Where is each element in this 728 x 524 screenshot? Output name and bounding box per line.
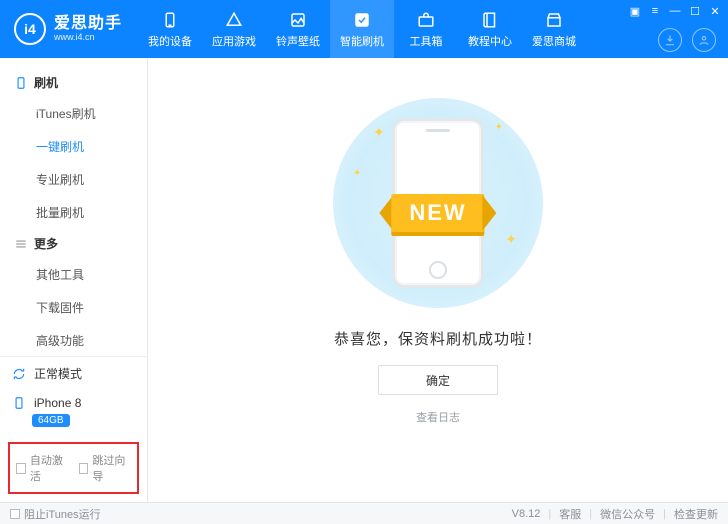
sidebar-item-download-firmware[interactable]: 下载固件 [0,291,147,324]
check-update-link[interactable]: 检查更新 [674,506,718,522]
download-button[interactable] [658,28,682,52]
brand-site: www.i4.cn [54,33,122,43]
checkbox-icon [16,463,26,474]
checkbox-label: 自动激活 [30,452,69,484]
nav-flash[interactable]: 智能刷机 [330,0,394,58]
refresh-icon [12,367,26,381]
sidebar-group-flash: 刷机 [0,68,147,97]
wallpaper-icon [287,9,309,31]
support-link[interactable]: 客服 [559,506,581,522]
storage-badge: 64GB [32,414,70,427]
new-ribbon: NEW [379,194,496,232]
sparkle-icon: ✦ [495,122,503,133]
view-log-link[interactable]: 查看日志 [416,409,460,425]
version-label: V8.12 [512,508,541,520]
status-bar: 阻止iTunes运行 V8.12 | 客服 | 微信公众号 | 检查更新 [0,502,728,524]
sidebar-group-more: 更多 [0,229,147,258]
sidebar-group-label: 更多 [34,235,58,252]
sparkle-icon: ✦ [353,168,361,179]
sidebar-group-label: 刷机 [34,74,58,91]
nav-label: 爱思商城 [532,33,576,49]
sidebar-item-advanced[interactable]: 高级功能 [0,324,147,356]
auto-activate-checkbox[interactable]: 自动激活 [16,452,69,484]
sidebar-item-pro-flash[interactable]: 专业刷机 [0,163,147,196]
device-info[interactable]: iPhone 8 64GB [0,390,147,438]
nav-toolbox[interactable]: 工具箱 [394,0,458,58]
checkbox-icon [10,509,20,519]
nav-tutorials[interactable]: 教程中心 [458,0,522,58]
nav-label: 工具箱 [410,33,443,49]
store-icon [543,9,565,31]
window-controls: ▣ ≡ — ☐ ✕ [628,4,722,18]
sparkle-icon: ✦ [373,124,385,141]
sparkle-icon: ✦ [505,231,517,248]
sidebar-item-itunes-flash[interactable]: iTunes刷机 [0,97,147,130]
shirt-icon[interactable]: ▣ [628,4,642,18]
top-nav: 我的设备 应用游戏 铃声壁纸 智能刷机 工具箱 教程中心 爱思商城 [138,0,586,58]
brand-name: 爱思助手 [54,15,122,33]
device-icon [159,9,181,31]
success-message: 恭喜您，保资料刷机成功啦！ [334,328,542,349]
nav-store[interactable]: 爱思商城 [522,0,586,58]
confirm-button[interactable]: 确定 [378,365,498,395]
minimize-icon[interactable]: — [668,4,682,18]
block-itunes-checkbox[interactable]: 阻止iTunes运行 [10,506,101,522]
wechat-link[interactable]: 微信公众号 [600,506,655,522]
user-button[interactable] [692,28,716,52]
nav-label: 铃声壁纸 [276,33,320,49]
book-icon [479,9,501,31]
maximize-icon[interactable]: ☐ [688,4,702,18]
nav-apps[interactable]: 应用游戏 [202,0,266,58]
device-small-icon [12,396,26,410]
nav-label: 智能刷机 [340,33,384,49]
apps-icon [223,9,245,31]
sidebar-item-batch-flash[interactable]: 批量刷机 [0,196,147,229]
nav-ringtones[interactable]: 铃声壁纸 [266,0,330,58]
flash-icon [351,9,373,31]
logo-icon: i4 [14,13,46,45]
highlight-box: 自动激活 跳过向导 [8,442,139,494]
nav-label: 我的设备 [148,33,192,49]
nav-my-device[interactable]: 我的设备 [138,0,202,58]
sidebar: 刷机 iTunes刷机 一键刷机 专业刷机 批量刷机 更多 其他工具 下载固件 … [0,58,148,502]
success-illustration: ✦ ✦ ✦ ✦ NEW [333,98,543,308]
nav-label: 应用游戏 [212,33,256,49]
brand-logo: i4 爱思助手 www.i4.cn [0,13,132,45]
sidebar-item-oneclick-flash[interactable]: 一键刷机 [0,130,147,163]
mode-label: 正常模式 [34,365,82,382]
ribbon-text: NEW [391,194,484,232]
more-icon [14,237,28,251]
menu-icon[interactable]: ≡ [648,4,662,18]
sidebar-item-other-tools[interactable]: 其他工具 [0,258,147,291]
checkbox-label: 阻止iTunes运行 [24,506,101,522]
close-icon[interactable]: ✕ [708,4,722,18]
main-content: ✦ ✦ ✦ ✦ NEW 恭喜您，保资料刷机成功啦！ 确定 查看日志 [148,58,728,502]
skip-guide-checkbox[interactable]: 跳过向导 [79,452,132,484]
checkbox-icon [79,463,89,474]
header-actions [658,28,716,52]
device-name: iPhone 8 [34,396,81,410]
toolbox-icon [415,9,437,31]
phone-icon [14,76,28,90]
device-mode[interactable]: 正常模式 [0,357,147,390]
nav-label: 教程中心 [468,33,512,49]
checkbox-label: 跳过向导 [92,452,131,484]
app-header: i4 爱思助手 www.i4.cn 我的设备 应用游戏 铃声壁纸 智能刷机 工具… [0,0,728,58]
